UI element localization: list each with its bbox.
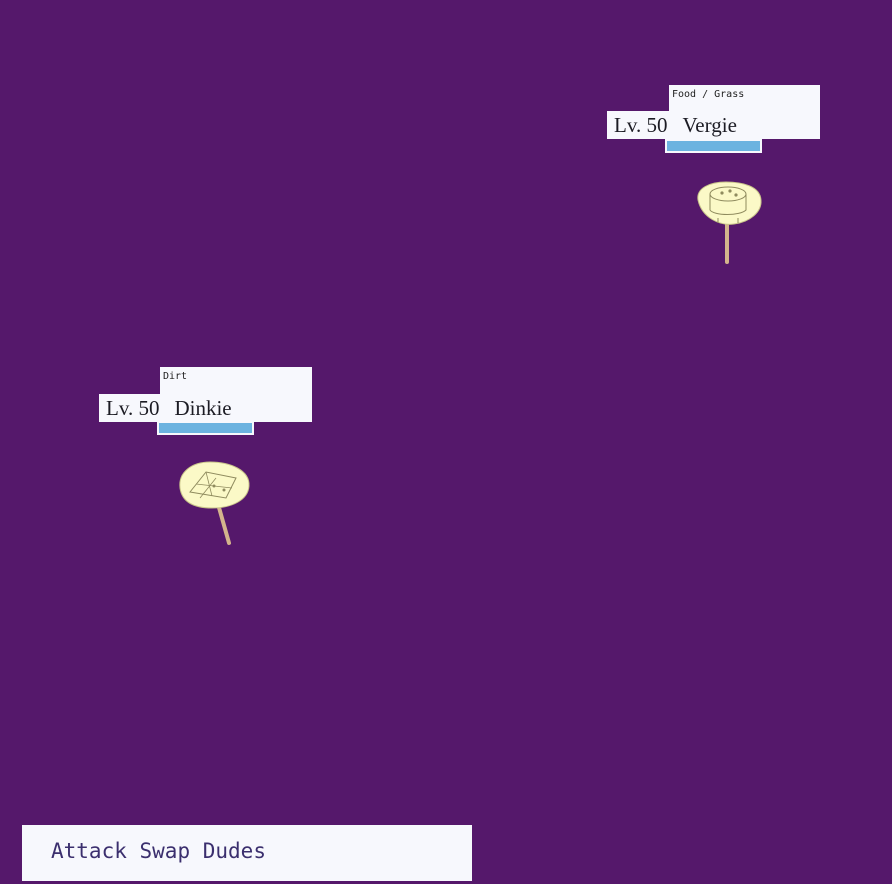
player-type-label: Dirt bbox=[160, 367, 312, 394]
command-menu: Attack Swap Dudes bbox=[22, 825, 472, 881]
player-type-text: Dirt bbox=[163, 371, 188, 382]
player-hp-bar bbox=[157, 421, 254, 435]
player-level: Lv. 50 bbox=[106, 396, 160, 420]
dudes-button[interactable]: Dudes bbox=[203, 839, 266, 863]
enemy-name-plate: Lv. 50 Vergie bbox=[607, 111, 820, 139]
enemy-hp-fill bbox=[667, 141, 760, 151]
player-name: Dinkie bbox=[174, 396, 232, 420]
player-sprite bbox=[179, 461, 250, 545]
enemy-sprite bbox=[697, 181, 762, 264]
player-hp-fill bbox=[159, 423, 252, 433]
player-name-plate: Lv. 50 Dinkie bbox=[99, 394, 312, 422]
enemy-name: Vergie bbox=[682, 113, 737, 137]
enemy-hp-bar bbox=[665, 139, 762, 153]
swap-button[interactable]: Swap bbox=[140, 839, 191, 863]
enemy-type-label: Food / Grass bbox=[669, 85, 820, 111]
enemy-type-text: Food / Grass bbox=[672, 89, 745, 100]
enemy-level: Lv. 50 bbox=[614, 113, 668, 137]
attack-button[interactable]: Attack bbox=[51, 839, 127, 863]
